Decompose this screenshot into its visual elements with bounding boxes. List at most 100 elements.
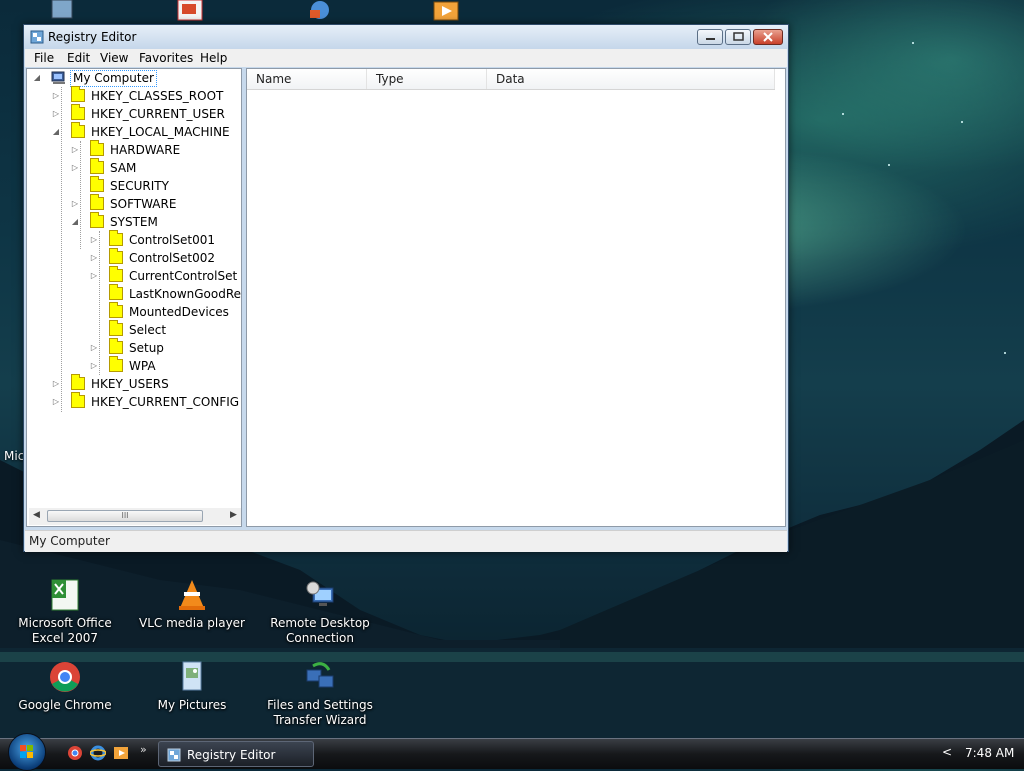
- desktop-icon-excel[interactable]: Microsoft Office Excel 2007: [3, 578, 127, 646]
- desktop-icon-label: Remote Desktop Connection: [270, 616, 370, 645]
- title-bar[interactable]: Registry Editor: [24, 25, 788, 49]
- tree-node-system[interactable]: ◢ SYSTEM: [27, 212, 241, 231]
- expand-icon[interactable]: ▷: [89, 249, 99, 267]
- tree-node-hkey-current-user[interactable]: ▷ HKEY_CURRENT_USER: [27, 104, 241, 123]
- expand-icon[interactable]: ▷: [51, 105, 61, 123]
- internet-explorer-icon[interactable]: [90, 745, 106, 761]
- quicklaunch-overflow-icon[interactable]: »: [140, 743, 147, 756]
- tree-label: HKEY_CURRENT_USER: [91, 107, 225, 121]
- tree-horizontal-scrollbar[interactable]: ◀ III ▶: [29, 508, 241, 525]
- windows-logo-icon: [20, 745, 33, 758]
- tree-node-setup[interactable]: ▷ Setup: [27, 338, 241, 357]
- folder-icon: [71, 122, 85, 138]
- folder-icon: [71, 374, 85, 390]
- desktop-icon-partial-4[interactable]: [432, 0, 460, 22]
- desktop-icon-vlc[interactable]: VLC media player: [130, 578, 254, 631]
- tree-node-hardware[interactable]: ▷ HARDWARE: [27, 140, 241, 159]
- start-button[interactable]: [8, 733, 46, 771]
- column-header-name[interactable]: Name: [247, 69, 367, 89]
- menu-edit[interactable]: Edit: [67, 51, 90, 65]
- registry-editor-icon: [30, 30, 44, 44]
- expand-icon[interactable]: ▷: [70, 195, 80, 213]
- scroll-thumb[interactable]: III: [47, 510, 203, 522]
- column-header-data[interactable]: Data: [487, 69, 775, 89]
- tree-node-wpa[interactable]: ▷ WPA: [27, 356, 241, 375]
- menu-view[interactable]: View: [100, 51, 128, 65]
- expand-icon[interactable]: ▷: [89, 357, 99, 375]
- tree-node-sam[interactable]: ▷ SAM: [27, 158, 241, 177]
- desktop-icon-transfer-wizard[interactable]: Files and Settings Transfer Wizard: [258, 660, 382, 728]
- collapse-icon[interactable]: ◢: [70, 213, 80, 231]
- scroll-left-arrow-icon[interactable]: ◀: [33, 510, 40, 520]
- tree-label: Setup: [129, 341, 164, 355]
- minimize-button[interactable]: [697, 29, 723, 45]
- desktop-icon-partial-2[interactable]: [176, 0, 204, 22]
- transfer-wizard-icon: [303, 660, 337, 694]
- expand-icon[interactable]: ▷: [89, 339, 99, 357]
- folder-icon: [109, 338, 123, 354]
- tree-label: HKEY_CURRENT_CONFIG: [91, 395, 240, 409]
- tree-node-my-computer[interactable]: ◢ My Computer: [27, 69, 241, 87]
- tree-node-software[interactable]: ▷ SOFTWARE: [27, 194, 241, 213]
- taskbar-button-registry-editor[interactable]: Registry Editor: [158, 741, 314, 767]
- tree-node-mounteddevices[interactable]: MountedDevices: [27, 302, 241, 321]
- tree-node-currentcontrolset[interactable]: ▷ CurrentControlSet: [27, 266, 241, 285]
- tree-node-hkey-classes-root[interactable]: ▷ HKEY_CLASSES_ROOT: [27, 86, 241, 105]
- taskbar: » Registry Editor < 7:48 AM: [0, 733, 1024, 771]
- tree-node-hkey-current-config[interactable]: ▷ HKEY_CURRENT_CONFIG: [27, 392, 241, 411]
- collapse-icon[interactable]: ◢: [51, 123, 61, 141]
- expand-icon[interactable]: ▷: [89, 231, 99, 249]
- column-header-type[interactable]: Type: [367, 69, 487, 89]
- expand-icon[interactable]: ▷: [51, 393, 61, 411]
- expand-icon[interactable]: ▷: [51, 375, 61, 393]
- expand-icon[interactable]: ▷: [70, 159, 80, 177]
- desktop-icon-my-pictures[interactable]: My Pictures: [130, 660, 254, 713]
- desktop-icon-chrome[interactable]: Google Chrome: [3, 660, 127, 713]
- menu-favorites[interactable]: Favorites: [139, 51, 193, 65]
- tree-node-controlset002[interactable]: ▷ ControlSet002: [27, 248, 241, 267]
- minimize-icon: [706, 38, 715, 40]
- folder-icon: [109, 248, 123, 264]
- excel-icon: [48, 578, 82, 612]
- show-hidden-icons-chevron-icon[interactable]: <: [942, 745, 952, 759]
- clock[interactable]: 7:48 AM: [965, 746, 1014, 760]
- menu-help[interactable]: Help: [200, 51, 227, 65]
- folder-icon: [71, 104, 85, 120]
- tree-label: CurrentControlSet: [129, 269, 238, 283]
- desktop-icon-label: Files and Settings Transfer Wizard: [267, 698, 373, 727]
- collapse-icon[interactable]: ◢: [32, 69, 42, 87]
- tree-node-hkey-users[interactable]: ▷ HKEY_USERS: [27, 374, 241, 393]
- desktop-icon-partial-3[interactable]: [306, 0, 334, 22]
- expand-icon[interactable]: ▷: [70, 141, 80, 159]
- list-header: Name Type Data: [247, 69, 775, 90]
- expand-icon[interactable]: ▷: [51, 87, 61, 105]
- window-title: Registry Editor: [48, 30, 137, 44]
- tree-node-select[interactable]: Select: [27, 320, 241, 339]
- tree-node-security[interactable]: SECURITY: [27, 176, 241, 195]
- registry-tree-pane[interactable]: ◢ My Computer ▷ HKEY_CLASSES_ROOT ▷ HKEY…: [26, 68, 242, 527]
- values-list-pane[interactable]: Name Type Data: [246, 68, 786, 527]
- folder-icon: [109, 320, 123, 336]
- folder-icon: [90, 158, 104, 174]
- tree-node-controlset001[interactable]: ▷ ControlSet001: [27, 230, 241, 249]
- media-player-icon[interactable]: [113, 745, 129, 761]
- remote-desktop-icon: [303, 578, 337, 612]
- tree-label: Select: [129, 323, 167, 337]
- desktop-icon-remote-desktop[interactable]: Remote Desktop Connection: [258, 578, 382, 646]
- tree-label: HKEY_CLASSES_ROOT: [91, 89, 224, 103]
- maximize-button[interactable]: [725, 29, 751, 45]
- menu-file[interactable]: File: [34, 51, 54, 65]
- tree-node-lastknowngood[interactable]: LastKnownGoodReco: [27, 284, 241, 303]
- tree-label: ControlSet002: [129, 251, 215, 265]
- chrome-quicklaunch-icon[interactable]: [67, 745, 83, 761]
- tree-label: HARDWARE: [110, 143, 181, 157]
- expand-icon[interactable]: ▷: [89, 267, 99, 285]
- desktop-icon-partial-1[interactable]: [48, 0, 76, 22]
- scroll-right-arrow-icon[interactable]: ▶: [230, 510, 237, 520]
- folder-icon: [109, 230, 123, 246]
- close-button[interactable]: [753, 29, 783, 45]
- tree-label: MountedDevices: [129, 305, 229, 319]
- registry-editor-icon: [167, 748, 181, 762]
- tree-label: SYSTEM: [110, 215, 158, 229]
- tree-node-hkey-local-machine[interactable]: ◢ HKEY_LOCAL_MACHINE: [27, 122, 241, 141]
